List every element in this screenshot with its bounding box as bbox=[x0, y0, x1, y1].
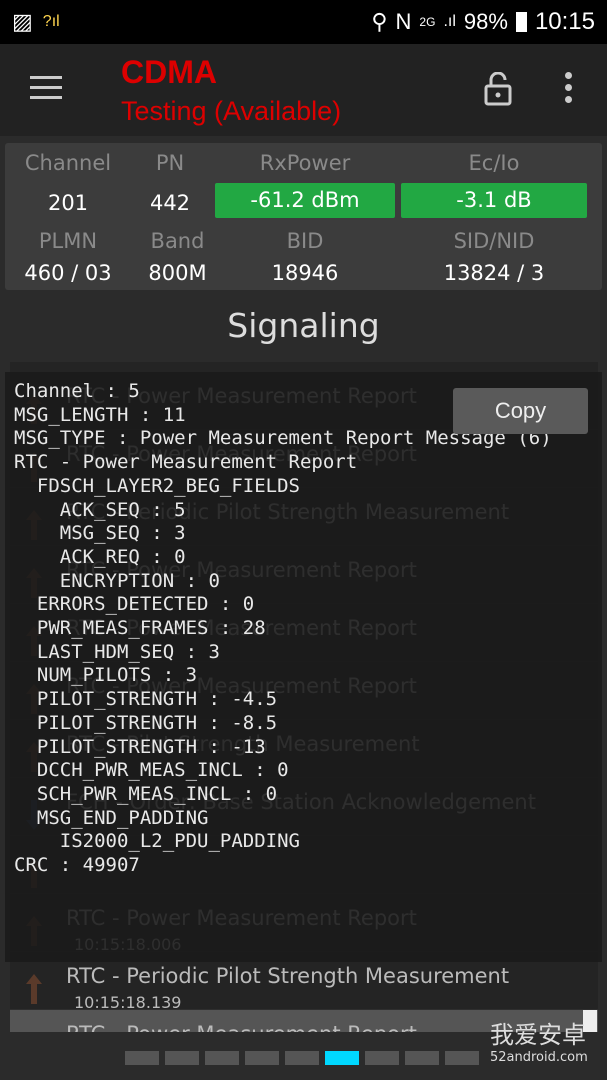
channel-label: Channel bbox=[24, 151, 112, 175]
detail-line: IS2000_L2_PDU_PADDING bbox=[14, 830, 300, 853]
page-dot[interactable] bbox=[125, 1051, 159, 1065]
page-dot[interactable] bbox=[365, 1051, 399, 1065]
page-dot[interactable] bbox=[165, 1051, 199, 1065]
detail-line: PILOT_STRENGTH : -8.5 bbox=[14, 711, 278, 734]
app-subtitle: Testing (Available) bbox=[121, 96, 342, 126]
pn-value: 442 bbox=[149, 191, 191, 215]
detail-line: ENCRYPTION : 0 bbox=[14, 569, 220, 592]
message-name: RTC - Periodic Pilot Strength Measuremen… bbox=[66, 964, 510, 988]
unlock-icon[interactable] bbox=[484, 72, 512, 106]
page-dot[interactable] bbox=[285, 1051, 319, 1065]
menu-icon[interactable] bbox=[30, 76, 62, 106]
bid-value: 18946 bbox=[271, 261, 339, 285]
rxpower-value: -61.2 dBm bbox=[215, 183, 395, 218]
network-type: 2G bbox=[419, 15, 436, 29]
watermark-logo: 我爱安卓 52android.com bbox=[448, 1015, 588, 1065]
detail-line: PWR_MEAS_FRAMES : 28 bbox=[14, 617, 266, 640]
page-dot[interactable] bbox=[205, 1051, 239, 1065]
detail-line: PILOT_STRENGTH : -4.5 bbox=[14, 688, 278, 711]
location-icon: ⚲ bbox=[371, 9, 388, 34]
bid-label: BID bbox=[286, 229, 324, 253]
detail-line: PILOT_STRENGTH : -13 bbox=[14, 735, 266, 758]
detail-line: RTC - Power Measurement Report bbox=[14, 451, 358, 474]
app-title: CDMA bbox=[121, 54, 217, 90]
signal-unknown-icon: ?ıl bbox=[42, 13, 60, 30]
detail-line: ERRORS_DETECTED : 0 bbox=[14, 593, 255, 616]
page-dot[interactable] bbox=[245, 1051, 279, 1065]
cell-info-panel: Channel PN RxPower Ec/Io 201 442 -61.2 d… bbox=[5, 143, 602, 290]
page-dot[interactable] bbox=[405, 1051, 439, 1065]
detail-line: FDSCH_LAYER2_BEG_FIELDS bbox=[14, 474, 300, 497]
nfc-icon: N bbox=[395, 9, 412, 34]
sidnid-label: SID/NID bbox=[453, 229, 535, 253]
detail-line: ACK_REQ : 0 bbox=[14, 545, 186, 568]
clock: 10:15 bbox=[534, 8, 595, 35]
signal-icon: .ıl bbox=[443, 13, 456, 30]
status-bar: ▨ ?ıl ⚲ N 2G .ıl 98% 10:15 bbox=[0, 0, 607, 44]
sidnid-value: 13824 / 3 bbox=[443, 261, 545, 285]
copy-button[interactable]: Copy bbox=[453, 388, 588, 434]
more-options-icon[interactable] bbox=[562, 72, 574, 108]
plmn-label: PLMN bbox=[38, 229, 98, 253]
page-indicator bbox=[125, 1051, 479, 1065]
message-name: RTC - Power Measurement Report bbox=[66, 1022, 417, 1032]
detail-line: ACK_SEQ : 5 bbox=[14, 498, 186, 521]
ecio-value: -3.1 dB bbox=[401, 183, 587, 218]
detail-line: LAST_HDM_SEQ : 3 bbox=[14, 640, 220, 663]
detail-line: MSG_END_PADDING bbox=[14, 806, 209, 829]
detail-line: DCCH_PWR_MEAS_INCL : 0 bbox=[14, 759, 289, 782]
detail-line: SCH_PWR_MEAS_INCL : 0 bbox=[14, 782, 278, 805]
channel-value: 201 bbox=[47, 191, 89, 215]
battery-percent: 98% bbox=[463, 9, 508, 34]
page-dot[interactable] bbox=[325, 1051, 359, 1065]
battery-icon bbox=[515, 12, 527, 32]
arrow-up-icon bbox=[26, 974, 42, 1004]
pn-label: PN bbox=[155, 151, 185, 175]
section-title: Signaling bbox=[227, 306, 380, 345]
message-detail-text: Channel : 5 MSG_LENGTH : 11 MSG_TYPE : Pow… bbox=[14, 380, 552, 878]
detail-line: MSG_SEQ : 3 bbox=[14, 522, 186, 545]
watermark-url: 52android.com bbox=[490, 1050, 588, 1065]
watermark-text: 我爱安卓 bbox=[490, 1021, 586, 1049]
plmn-value: 460 / 03 bbox=[24, 261, 112, 285]
app-bar: CDMA Testing (Available) bbox=[0, 44, 607, 136]
rxpower-label: RxPower bbox=[259, 151, 351, 175]
image-icon: ▨ bbox=[12, 9, 33, 34]
detail-line: CRC : 49907 bbox=[14, 854, 140, 877]
ecio-label: Ec/Io bbox=[468, 151, 520, 175]
detail-line: NUM_PILOTS : 3 bbox=[14, 664, 198, 687]
